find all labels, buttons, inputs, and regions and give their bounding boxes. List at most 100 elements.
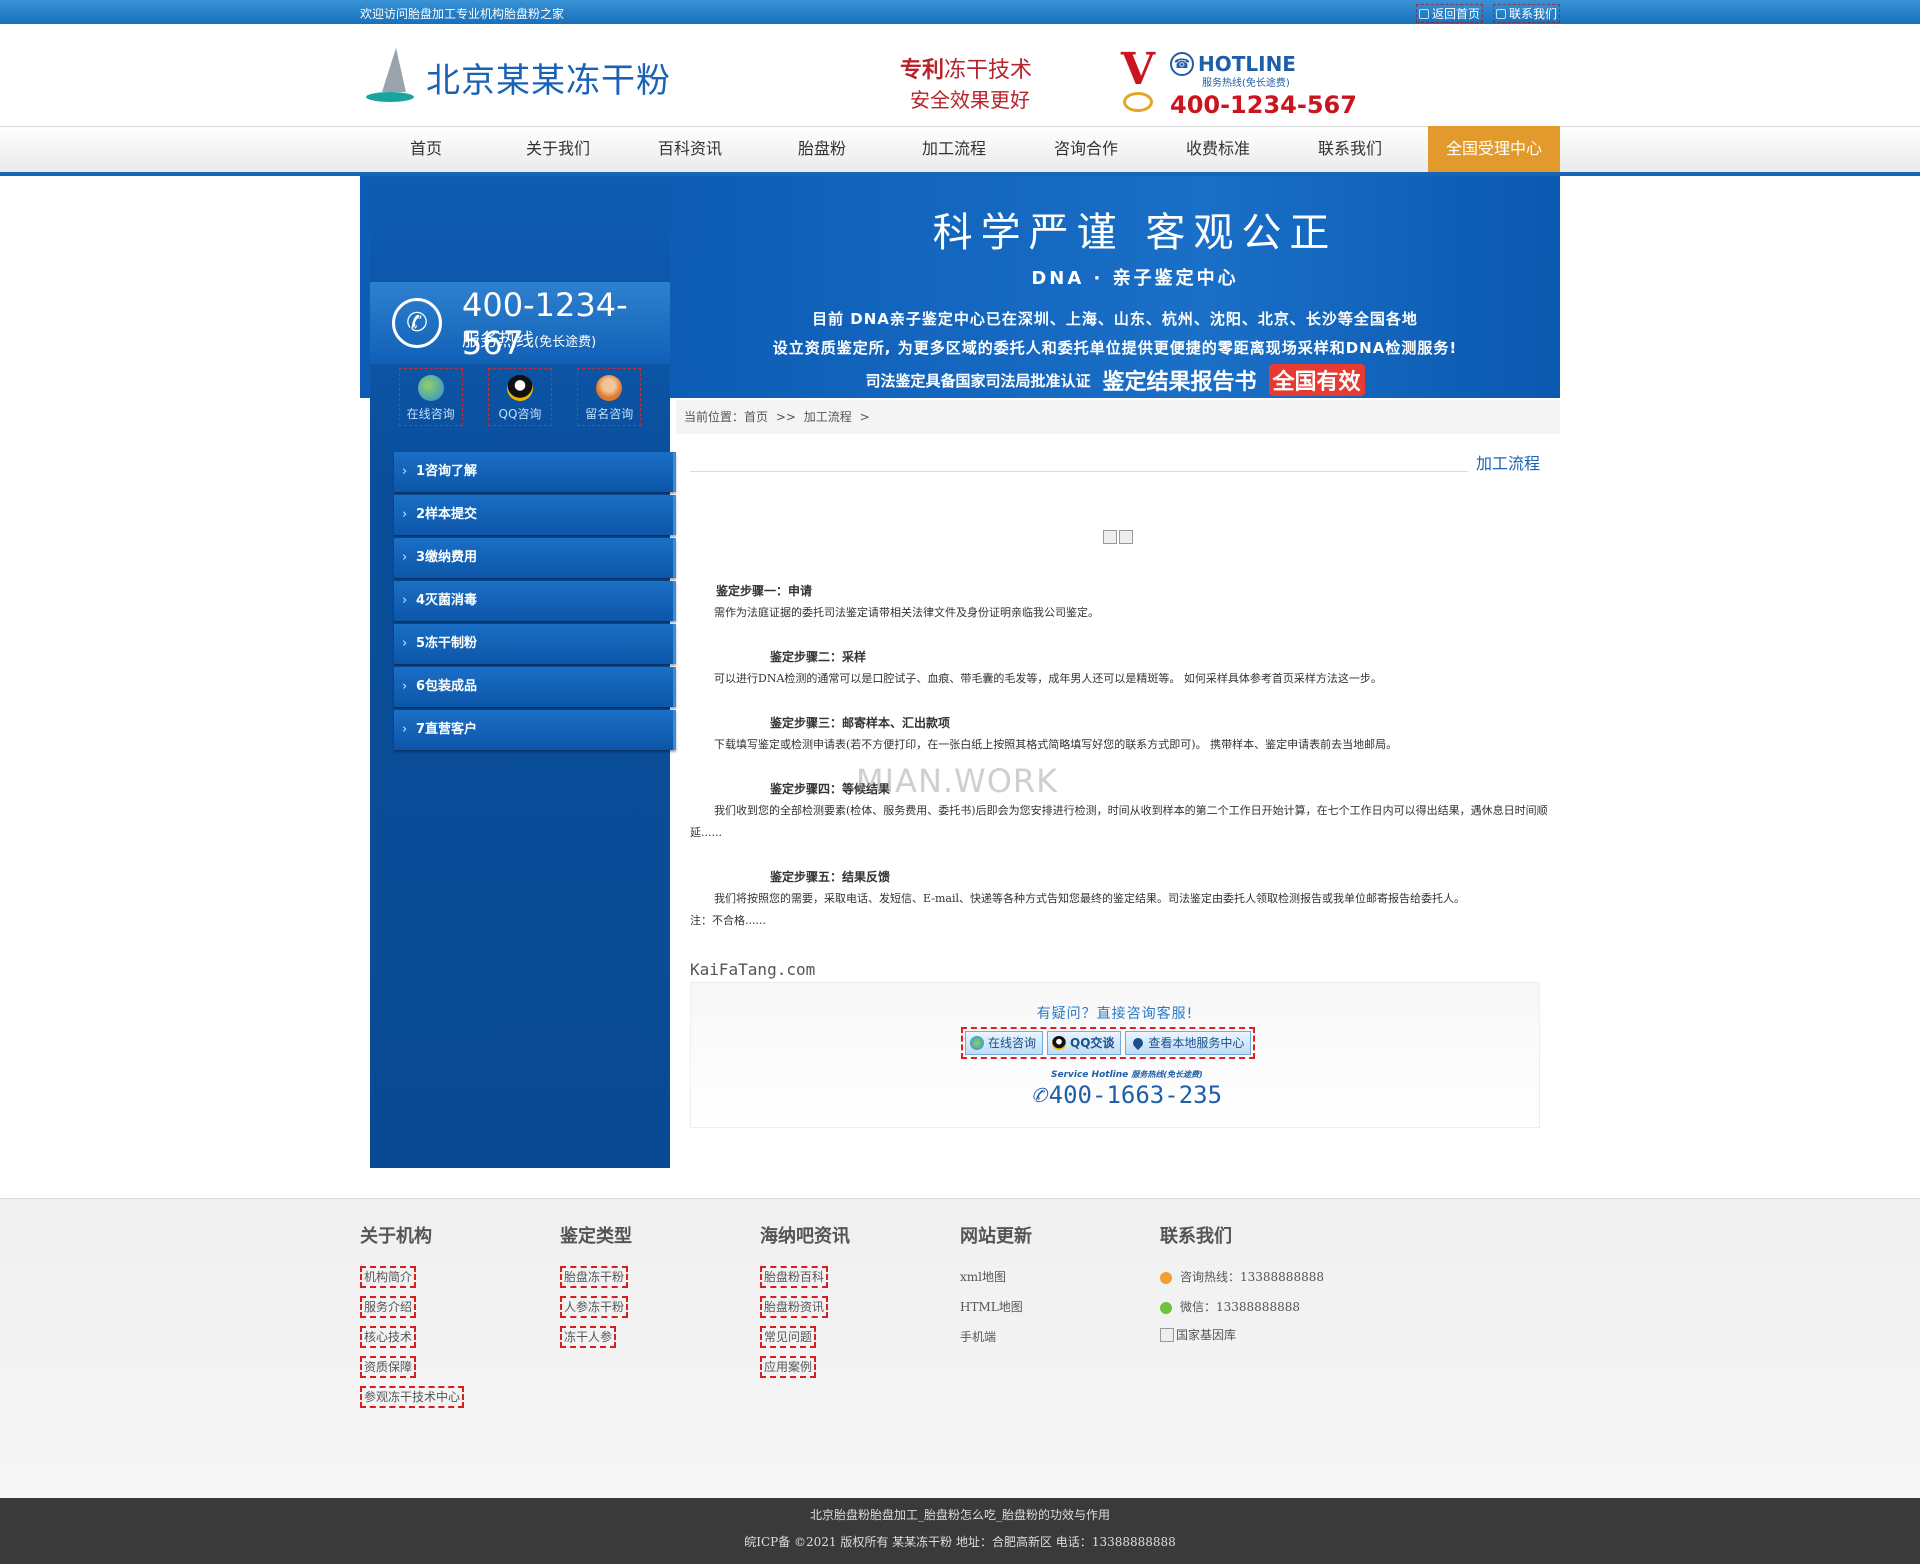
sidebar-item-sterilize[interactable]: › 4灭菌消毒 xyxy=(394,581,676,621)
logo-text: 北京某某冻干粉 xyxy=(426,60,671,101)
qq-icon xyxy=(1052,1036,1067,1050)
nav-about[interactable]: 关于我们 xyxy=(492,126,624,172)
sidebar-consult: 在线咨询 QQ咨询 留名咨询 xyxy=(370,364,670,430)
cta-buttons: 在线咨询 QQ交谈 查看本地服务中心 xyxy=(961,1027,1256,1059)
banner-report: 鉴定结果报告书 xyxy=(1102,370,1257,395)
step5-note: 注：不合格...... xyxy=(690,914,766,927)
step3-body: 下载填写鉴定或检测申请表(若不方便打印，在一张白纸上按照其格式简略填写好您的联系… xyxy=(714,738,1398,751)
footer-col-contact: 联系我们 咨询热线：13388888888 微信：13388888888 国家基… xyxy=(1160,1222,1324,1343)
breadcrumb-home[interactable]: 首页 xyxy=(744,410,768,424)
breadcrumb-current[interactable]: 加工流程 xyxy=(804,410,852,424)
footer-link[interactable]: 参观冻干技术中心 xyxy=(360,1386,465,1408)
footer-phone-text: 咨询热线：13388888888 xyxy=(1180,1270,1324,1284)
sidebar-item-submit-sample[interactable]: › 2样本提交 xyxy=(394,495,676,535)
article-content: 鉴定步骤一：申请 需作为法庭证据的委托司法鉴定请带相关法律文件及身份证明亲临我公… xyxy=(690,580,1550,932)
banner-subtitle: DNA · 亲子鉴定中心 xyxy=(1031,268,1239,289)
nav-consult[interactable]: 咨询合作 xyxy=(1020,126,1152,172)
medal-icon: V xyxy=(1116,48,1160,114)
sidebar-item-label: 3缴纳费用 xyxy=(416,550,478,565)
nav-fees[interactable]: 收费标准 xyxy=(1152,126,1284,172)
step1-title: 鉴定步骤一：申请 xyxy=(716,584,813,598)
footer-col-title: 联系我们 xyxy=(1160,1226,1232,1247)
step2-body: 可以进行DNA检测的通常可以是口腔试子、血痕、带毛囊的毛发等，成年男人还可以是精… xyxy=(714,672,1382,685)
online-consult-button[interactable]: 在线咨询 xyxy=(398,368,463,426)
banner-left-strip xyxy=(360,176,370,398)
breadcrumb-separator: >> xyxy=(775,410,796,424)
footer-link[interactable]: 资质保障 xyxy=(360,1356,417,1378)
cta-online-button[interactable]: 在线咨询 xyxy=(965,1031,1044,1055)
footer-col-updates: 网站更新 xml地图 HTML地图 手机端 xyxy=(960,1222,1032,1356)
patent-slogan: 安全效果更好 xyxy=(910,88,1030,112)
cta-local-center-button[interactable]: 查看本地服务中心 xyxy=(1125,1031,1252,1055)
qq-consult-button[interactable]: QQ咨询 xyxy=(487,368,552,426)
footer-link[interactable]: 常见问题 xyxy=(760,1326,817,1348)
footer-wechat: 微信：13388888888 xyxy=(1160,1296,1324,1326)
footer-link[interactable]: 冻干人参 xyxy=(560,1326,617,1348)
footer-col-title: 鉴定类型 xyxy=(560,1226,632,1247)
footer-link[interactable]: 胎盘粉资讯 xyxy=(760,1296,829,1318)
qq-icon xyxy=(506,375,533,401)
contact-link-label: 联系我们 xyxy=(1508,7,1557,21)
footer-link[interactable]: 胎盘冻干粉 xyxy=(560,1266,629,1288)
footer-col-title: 海纳吧资讯 xyxy=(760,1226,850,1247)
cta-qq-button[interactable]: QQ交谈 xyxy=(1047,1031,1122,1055)
leave-name-consult-button[interactable]: 留名咨询 xyxy=(577,368,642,426)
patent-word: 专利 xyxy=(900,58,945,83)
nav-home[interactable]: 首页 xyxy=(360,126,492,172)
phone-icon: ✆ xyxy=(1031,1080,1047,1110)
sidebar-item-freeze-dry[interactable]: › 5冻干制粉 xyxy=(394,624,676,664)
nav-encyclopedia[interactable]: 百科资讯 xyxy=(624,126,756,172)
footer-link[interactable]: 胎盘粉百科 xyxy=(760,1266,829,1288)
site-logo[interactable]: 北京某某冻干粉 xyxy=(364,46,671,108)
nav-placenta-powder[interactable]: 胎盘粉 xyxy=(756,126,888,172)
footer-link[interactable]: 手机端 xyxy=(960,1326,1032,1356)
footer-link[interactable]: 服务介绍 xyxy=(360,1296,417,1318)
step3-title: 鉴定步骤三：邮寄样本、汇出款项 xyxy=(770,716,951,730)
wechat-icon xyxy=(1160,1301,1172,1314)
sidebar-item-label: 7直营客户 xyxy=(416,722,478,737)
footer-link[interactable]: HTML地图 xyxy=(960,1296,1032,1326)
sidebar-item-label: 2样本提交 xyxy=(416,507,478,522)
service-hotline-number: 400-1663-235 xyxy=(1048,1081,1223,1109)
sidebar-item-label: 4灭菌消毒 xyxy=(416,593,478,608)
header-hotline: ☎ HOTLINE 服务热线(免长途费) 400-1234-567 xyxy=(1170,52,1357,119)
footer-col-types: 鉴定类型 胎盘冻干粉 人参冻干粉 冻干人参 xyxy=(560,1222,632,1356)
step5-title: 鉴定步骤五：结果反馈 xyxy=(770,870,891,884)
phone-icon: ☎ xyxy=(1170,52,1194,76)
step4-title: 鉴定步骤四：等候结果 xyxy=(770,782,891,796)
footer-col-news: 海纳吧资讯 胎盘粉百科 胎盘粉资讯 常见问题 应用案例 xyxy=(760,1222,850,1386)
banner-line1: 目前 DNA亲子鉴定中心已在深圳、上海、山东、杭州、沈阳、北京、长沙等全国各地 xyxy=(812,310,1418,328)
footer-link[interactable]: 人参冻干粉 xyxy=(560,1296,629,1318)
breadcrumb-label: 当前位置： xyxy=(684,410,745,424)
footer-link[interactable]: 应用案例 xyxy=(760,1356,817,1378)
chevron-right-icon: › xyxy=(402,636,408,651)
home-link[interactable]: 返回首页 xyxy=(1415,4,1483,23)
sidebar-hotline-label: 服务热线(免长途费) xyxy=(462,326,596,352)
nav-contact[interactable]: 联系我们 xyxy=(1284,126,1416,172)
welcome-text: 欢迎访问胎盘加工专业机构胎盘粉之家 xyxy=(360,7,565,21)
nav-process[interactable]: 加工流程 xyxy=(888,126,1020,172)
footer-link[interactable]: 核心技术 xyxy=(360,1326,417,1348)
home-link-label: 返回首页 xyxy=(1431,7,1480,21)
contact-link[interactable]: 联系我们 xyxy=(1492,4,1560,23)
sidebar-item-label: 1咨询了解 xyxy=(416,464,478,479)
service-hotline-en: Service Hotline xyxy=(1051,1070,1129,1080)
leave-name-consult-label: 留名咨询 xyxy=(585,407,634,421)
nav-national-center[interactable]: 全国受理中心 xyxy=(1428,126,1560,172)
phone-icon xyxy=(1160,1271,1172,1284)
consult-cta: 有疑问？直接咨询客服! 在线咨询 QQ交谈 查看本地服务中心 Service H… xyxy=(690,982,1540,1128)
chevron-right-icon: › xyxy=(402,722,408,737)
sidebar-item-direct-customers[interactable]: › 7直营客户 xyxy=(394,710,676,750)
users-icon xyxy=(417,375,444,401)
banner-valid-badge: 全国有效 xyxy=(1268,364,1365,396)
footer-keywords: 北京胎盘粉胎盘加工_胎盘粉怎么吃_胎盘粉的功效与作用 xyxy=(809,1508,1110,1522)
footer-link[interactable]: xml地图 xyxy=(960,1266,1032,1296)
sidebar-item-consult[interactable]: › 1咨询了解 xyxy=(394,452,676,492)
location-pin-icon xyxy=(1131,1035,1146,1051)
step5-body: 我们将按照您的需要，采取电话、发短信、E-mail、快递等各种方式告知您最终的鉴… xyxy=(714,892,1465,905)
banner-line2: 设立资质鉴定所, 为更多区域的委托人和委托单位提供更便捷的零距离现场采样和DNA… xyxy=(772,339,1458,357)
sidebar-item-package[interactable]: › 6包装成品 xyxy=(394,667,676,707)
sidebar-menu: › 1咨询了解 › 2样本提交 › 3缴纳费用 › 4灭菌消毒 › 5冻干制粉 › 6包装成… xyxy=(394,452,676,753)
footer-link[interactable]: 机构简介 xyxy=(360,1266,417,1288)
sidebar-item-pay[interactable]: › 3缴纳费用 xyxy=(394,538,676,578)
